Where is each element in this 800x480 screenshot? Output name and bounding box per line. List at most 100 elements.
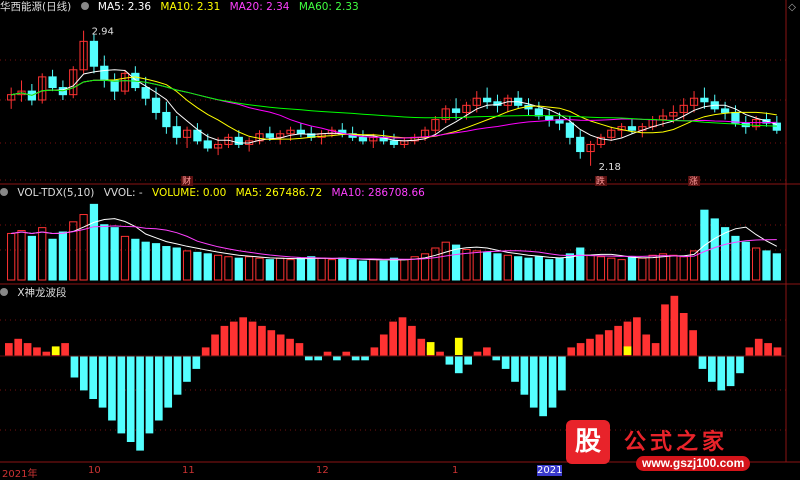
indicator-bar — [333, 356, 341, 361]
indicator-bar — [351, 356, 360, 361]
volume-bar — [617, 259, 626, 281]
volume-bar — [193, 251, 202, 281]
indicator-bar — [14, 338, 23, 356]
indicator-bar — [576, 343, 585, 356]
volume-bar — [472, 250, 481, 281]
site-logo: 股 公式之家 www.gszj100.com — [560, 420, 790, 472]
indicator-bar — [183, 356, 191, 382]
indicator-bar — [595, 334, 604, 356]
volume-bar — [482, 251, 492, 281]
indicator-bar — [173, 356, 182, 395]
indicator-bar — [79, 356, 88, 391]
indicator-bar — [342, 351, 351, 356]
candle — [451, 108, 461, 113]
volume-bar — [710, 218, 719, 281]
logo-url: www.gszj100.com — [636, 456, 751, 471]
indicator-bar — [361, 356, 369, 361]
volume-bar — [172, 247, 181, 281]
candle — [131, 72, 140, 89]
volume-bar — [389, 257, 399, 281]
volume-bar — [27, 235, 36, 281]
indicator-bar — [295, 343, 304, 356]
candle — [534, 108, 543, 117]
volume-bar — [358, 260, 368, 281]
candle — [296, 129, 306, 135]
volume-bar — [286, 259, 295, 281]
indicator-bar — [5, 343, 13, 356]
volume-bar — [7, 232, 16, 281]
volume-bar — [48, 238, 57, 281]
volume-bar — [658, 253, 668, 281]
indicator-bar — [398, 317, 407, 356]
indicator-bar — [773, 347, 782, 356]
volume-bar — [379, 260, 388, 281]
volume-bar — [752, 247, 761, 281]
candle — [389, 140, 399, 145]
candle — [162, 111, 171, 128]
volume-bar — [627, 256, 637, 281]
indicator-signal-bar — [623, 346, 632, 355]
indicator-bar — [258, 325, 266, 356]
indicator-bar — [454, 356, 463, 374]
volume-bar — [545, 259, 554, 281]
indicator-bar — [145, 356, 154, 434]
candle — [720, 108, 730, 113]
candle — [110, 79, 119, 92]
x-label: 2021 — [537, 465, 563, 476]
indicator-bar — [126, 356, 135, 442]
indicator-bar — [604, 330, 613, 356]
indicator-bar — [286, 338, 294, 356]
high-price-label: 2.94 — [92, 27, 114, 38]
volume-bar — [327, 259, 337, 281]
low-price-label: 2.18 — [599, 162, 621, 173]
indicator-bar — [201, 347, 210, 356]
volume-bar — [307, 256, 316, 281]
volume-bar — [576, 247, 585, 281]
event-marker-label: 财 — [182, 175, 191, 187]
indicator-bar — [642, 334, 651, 356]
candle — [545, 115, 554, 121]
candle — [565, 122, 575, 138]
volume-bar — [607, 257, 616, 281]
indicator-bar — [511, 356, 519, 382]
indicator-bar — [323, 351, 332, 356]
indicator-bar — [473, 351, 482, 356]
indicator-bar — [586, 338, 594, 356]
candle — [141, 87, 150, 99]
volume-bar — [431, 247, 440, 281]
volume-bar — [338, 257, 347, 281]
indicator-bar — [548, 356, 557, 408]
x-label: 11 — [182, 465, 195, 476]
volume-bar — [400, 259, 409, 281]
indicator-bar — [445, 356, 454, 365]
volume-bar — [772, 253, 781, 281]
indicator-bar — [679, 313, 688, 356]
indicator-bar — [698, 356, 707, 369]
volume-bar — [648, 254, 657, 281]
volume-bar — [151, 243, 161, 281]
volume-bar — [131, 238, 140, 281]
indicator-bar — [239, 317, 248, 356]
volume-bar — [762, 250, 771, 281]
indicator-bar — [267, 330, 276, 356]
volume-bar — [89, 203, 99, 281]
volume-bar — [317, 257, 326, 281]
candle — [172, 126, 181, 138]
candle — [48, 76, 57, 89]
volume-bar — [255, 257, 264, 281]
indicator-bar — [417, 338, 426, 356]
candle — [482, 97, 492, 103]
indicator-bar — [464, 356, 472, 365]
volume-bar — [369, 259, 378, 281]
indicator-bar — [192, 356, 201, 369]
x-label: 12 — [316, 465, 329, 476]
volume-bar — [503, 254, 512, 281]
volume-bar — [203, 253, 212, 281]
volume-bar — [669, 254, 678, 281]
volume-bar — [182, 250, 192, 281]
volume-bar — [534, 256, 543, 281]
x-label: 2021年 — [2, 469, 38, 480]
indicator-bar — [136, 356, 144, 451]
candle — [203, 140, 212, 149]
volume-bar — [493, 253, 502, 281]
